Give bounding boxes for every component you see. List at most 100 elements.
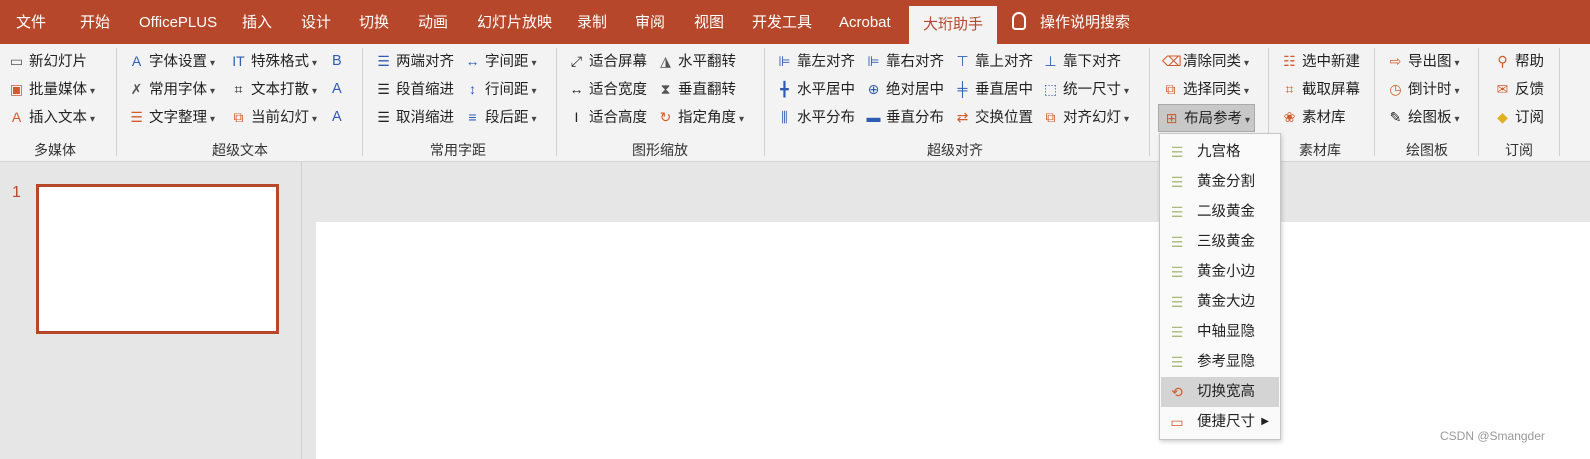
- pen-icon: ✎: [1389, 109, 1402, 125]
- select-new-button[interactable]: ☷ 选中新建: [1281, 48, 1360, 74]
- tab-transitions[interactable]: 切换: [359, 0, 389, 44]
- tab-home[interactable]: 开始: [80, 0, 110, 44]
- flip-horizontal-button[interactable]: ◮ 水平翻转: [657, 48, 736, 74]
- fit-height-button[interactable]: I 适合高度: [568, 104, 647, 130]
- help-button[interactable]: ⚲ 帮助: [1494, 48, 1544, 74]
- set-angle-button[interactable]: ↻ 指定角度 ▾: [657, 104, 744, 130]
- distribute-vertical-icon: ▬: [866, 109, 881, 125]
- distribute-vertical-button[interactable]: ▬ 垂直分布: [865, 104, 945, 130]
- menu-item-golden-small-side[interactable]: ☰ 黄金小边: [1161, 257, 1279, 287]
- tab-dahang-assistant[interactable]: 大珩助手: [909, 6, 998, 44]
- first-line-indent-button[interactable]: ☰ 段首缩进: [375, 76, 454, 102]
- group-divider: [556, 48, 557, 156]
- new-slide-button[interactable]: ▭ 新幻灯片: [8, 48, 87, 74]
- tab-animations[interactable]: 动画: [418, 0, 448, 44]
- tab-acrobat[interactable]: Acrobat: [839, 0, 891, 44]
- asset-library-button[interactable]: ❀ 素材库: [1281, 104, 1346, 130]
- tab-record[interactable]: 录制: [577, 0, 607, 44]
- center-vertical-button[interactable]: ╪ 垂直居中: [954, 76, 1033, 102]
- group-label-super-text: 超级文本: [212, 142, 268, 158]
- line-spacing-icon: ↕: [469, 81, 476, 97]
- align-right-button[interactable]: ⊫ 靠右对齐: [865, 48, 944, 74]
- unify-size-button[interactable]: ⬚ 统一尺寸 ▾: [1042, 76, 1129, 102]
- stack-icon: ☷: [1283, 53, 1296, 69]
- drawing-board-button[interactable]: ✎ 绘图板 ▾: [1387, 104, 1460, 130]
- slide-thumbnail[interactable]: [36, 184, 279, 334]
- text-split-button[interactable]: ⌗ 文本打散 ▾: [230, 76, 317, 102]
- tab-officeplus[interactable]: OfficePLUS: [139, 0, 217, 44]
- layout-reference-button[interactable]: ⊞ 布局参考 ▾: [1158, 104, 1256, 132]
- menu-item-golden-level-2[interactable]: ☰ 二级黄金: [1161, 197, 1279, 227]
- menu-item-quick-size[interactable]: ▭ 便捷尺寸 ▶: [1161, 407, 1279, 437]
- text-tidy-icon: ☰: [130, 109, 143, 125]
- line-spacing-button[interactable]: ↕ 行间距 ▾: [464, 76, 537, 102]
- feedback-button[interactable]: ✉ 反馈: [1494, 76, 1544, 102]
- screenshot-button[interactable]: ⌗ 截取屏幕: [1281, 76, 1360, 102]
- align-slide-button[interactable]: ⧉ 对齐幻灯 ▾: [1042, 104, 1130, 130]
- guide-lines-icon: ☰: [1170, 204, 1184, 220]
- fit-screen-icon: ⤢: [570, 53, 583, 69]
- batch-media-button[interactable]: ▣ 批量媒体 ▾: [8, 76, 95, 102]
- tell-me-search[interactable]: 操作说明搜索: [1012, 0, 1130, 44]
- absolute-center-button[interactable]: ⊕ 绝对居中: [865, 76, 944, 102]
- tab-developer[interactable]: 开发工具: [752, 0, 812, 44]
- countdown-button[interactable]: ◷ 倒计时 ▾: [1387, 76, 1459, 102]
- tab-slideshow[interactable]: 幻灯片放映: [477, 0, 552, 44]
- char-spacing-button[interactable]: ↔ 字间距 ▾: [464, 48, 537, 74]
- align-left-icon: ⊫: [778, 53, 791, 69]
- align-bottom-button[interactable]: ⊥ 靠下对齐: [1042, 48, 1121, 74]
- justify-button[interactable]: ☰ 两端对齐: [375, 48, 454, 74]
- chevron-down-icon: ▾: [210, 86, 216, 97]
- menu-item-swap-width-height[interactable]: ⟲ 切换宽高: [1161, 377, 1279, 407]
- grid-icon: ⊞: [1165, 110, 1178, 126]
- font-increase-icon[interactable]: A: [332, 76, 342, 102]
- tab-review[interactable]: 审阅: [635, 0, 665, 44]
- fit-screen-button[interactable]: ⤢ 适合屏幕: [568, 48, 647, 74]
- guide-lines-icon: ☰: [1170, 174, 1184, 190]
- chevron-down-icon: ▾: [531, 114, 537, 125]
- menu-item-reference-toggle[interactable]: ☰ 参考显隐: [1161, 347, 1279, 377]
- group-label-align: 超级对齐: [927, 142, 983, 158]
- menu-item-golden-ratio[interactable]: ☰ 黄金分割: [1161, 167, 1279, 197]
- layout-reference-menu: ☰ 九宫格 ☰ 黄金分割 ☰ 二级黄金 ☰ 三级黄金 ☰ 黄金小边 ☰ 黄金大边 ☰ 中轴显隐…: [1159, 133, 1281, 440]
- clear-similar-button[interactable]: ⌫清除同类 ▾: [1162, 48, 1249, 74]
- chevron-right-icon: ▶: [1261, 416, 1269, 427]
- group-divider: [116, 48, 117, 156]
- group-label-spacing: 常用字距: [430, 142, 486, 158]
- font-settings-button[interactable]: A 字体设置 ▾: [128, 48, 215, 74]
- common-fonts-button[interactable]: ✗ 常用字体 ▾: [128, 76, 215, 102]
- select-similar-button[interactable]: ⧉ 选择同类 ▾: [1162, 76, 1250, 102]
- tab-insert[interactable]: 插入: [242, 0, 272, 44]
- bold-icon[interactable]: B: [332, 48, 342, 74]
- current-slide-button[interactable]: ⧉ 当前幻灯 ▾: [230, 104, 318, 130]
- chevron-down-icon: ▾: [210, 58, 216, 69]
- slide-canvas[interactable]: [316, 222, 1590, 459]
- cancel-indent-button[interactable]: ☰ 取消缩进: [375, 104, 454, 130]
- insert-text-button[interactable]: A 插入文本 ▾: [8, 104, 95, 130]
- subscribe-button[interactable]: ◆ 订阅: [1494, 104, 1544, 130]
- space-after-button[interactable]: ≡ 段后距 ▾: [464, 104, 537, 130]
- tab-design[interactable]: 设计: [301, 0, 331, 44]
- menu-item-nine-grid[interactable]: ☰ 九宫格: [1161, 137, 1279, 167]
- text-tidy-button[interactable]: ☰ 文字整理 ▾: [128, 104, 215, 130]
- group-divider: [764, 48, 765, 156]
- export-image-button[interactable]: ⇨ 导出图 ▾: [1387, 48, 1460, 74]
- menu-item-golden-level-3[interactable]: ☰ 三级黄金: [1161, 227, 1279, 257]
- export-icon: ⇨: [1389, 53, 1402, 69]
- outdent-icon: ☰: [377, 109, 390, 125]
- swap-position-button[interactable]: ⇄ 交换位置: [954, 104, 1033, 130]
- font-decrease-icon[interactable]: A: [332, 104, 342, 130]
- align-left-button[interactable]: ⊫ 靠左对齐: [776, 48, 855, 74]
- tab-file[interactable]: 文件: [16, 0, 46, 44]
- distribute-horizontal-button[interactable]: ⫼ 水平分布: [776, 104, 855, 130]
- menu-item-center-axis-toggle[interactable]: ☰ 中轴显隐: [1161, 317, 1279, 347]
- center-horizontal-button[interactable]: ╋ 水平居中: [776, 76, 855, 102]
- tab-view[interactable]: 视图: [694, 0, 724, 44]
- align-top-button[interactable]: ⊤ 靠上对齐: [954, 48, 1033, 74]
- select-icon: ⧉: [1165, 81, 1176, 97]
- special-format-button[interactable]: IT 特殊格式 ▾: [230, 48, 317, 74]
- fit-width-button[interactable]: ↔ 适合宽度: [568, 76, 648, 102]
- flip-vertical-button[interactable]: ⧗ 垂直翻转: [657, 76, 736, 102]
- menu-item-golden-large-side[interactable]: ☰ 黄金大边: [1161, 287, 1279, 317]
- group-label-drawing: 绘图板: [1406, 142, 1448, 158]
